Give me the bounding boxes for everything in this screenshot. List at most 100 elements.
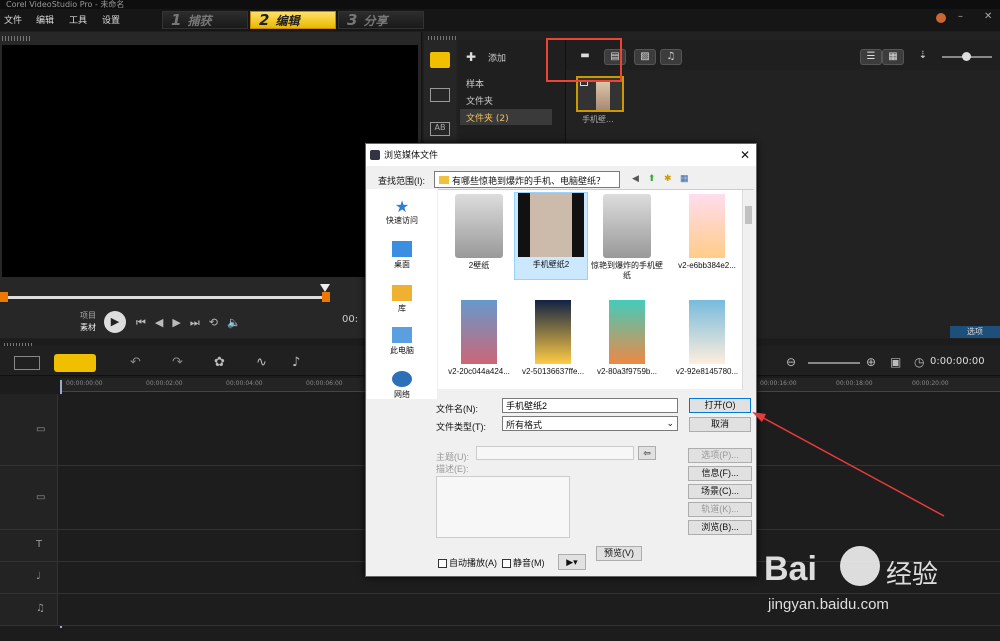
tree-item-folder-2[interactable]: 文件夹 (2): [460, 109, 552, 125]
thumbnail-view-icon[interactable]: ▦: [882, 49, 904, 65]
menu-settings[interactable]: 设置: [102, 13, 120, 26]
scrollbar-thumb[interactable]: [745, 206, 752, 224]
desktop-icon: [392, 241, 412, 257]
mute-checkbox[interactable]: 静音(M): [502, 556, 545, 569]
photo-filter-icon[interactable]: ▨: [634, 49, 656, 65]
scrub-bar[interactable]: [4, 296, 328, 299]
play-preview-button[interactable]: ▶▾: [558, 554, 586, 570]
storyboard-view-icon[interactable]: [14, 356, 40, 370]
cancel-button[interactable]: 取消: [689, 417, 751, 432]
open-button[interactable]: 打开(O): [689, 398, 751, 413]
menu-tools[interactable]: 工具: [69, 13, 87, 26]
place-network[interactable]: 网络: [367, 371, 437, 400]
filetype-label: 文件类型(T):: [436, 422, 486, 432]
tab-edit[interactable]: 2 编辑: [250, 11, 336, 29]
tab-share[interactable]: 3 分享: [338, 11, 424, 29]
options-tab[interactable]: 选项: [950, 326, 1000, 338]
minimize-icon[interactable]: –: [958, 11, 963, 22]
timeline-view-icon[interactable]: [54, 354, 96, 372]
home-icon[interactable]: ⏮: [136, 316, 155, 329]
watermark-url: jingyan.baidu.com: [768, 596, 889, 613]
undo-icon[interactable]: ↶: [130, 355, 141, 370]
add-folder-button[interactable]: 添加: [488, 51, 506, 64]
file-item[interactable]: v2-50136637ffe...: [516, 300, 590, 386]
redo-icon[interactable]: ↷: [172, 355, 183, 370]
next-frame-icon[interactable]: ▶: [172, 316, 189, 329]
title-category-icon[interactable]: AB: [430, 122, 450, 136]
tree-item-folder[interactable]: 文件夹: [466, 94, 493, 107]
tab-number: 1: [171, 11, 182, 29]
new-folder-icon[interactable]: ✱: [664, 173, 672, 184]
auto-music-icon[interactable]: ♪: [292, 355, 300, 370]
zoom-slider[interactable]: [808, 362, 860, 364]
place-quick-access[interactable]: ★ 快速访问: [367, 197, 437, 226]
repeat-icon[interactable]: ⟲: [209, 316, 227, 329]
scene-button[interactable]: 场景(C)...: [688, 484, 752, 499]
video-thumbnail: [518, 193, 584, 257]
lookin-dropdown[interactable]: 有哪些惊艳到爆炸的手机、电脑壁纸？: [434, 171, 620, 188]
list-view-icon[interactable]: ☰: [860, 49, 882, 65]
dialog-close-icon[interactable]: ✕: [740, 148, 750, 162]
tree-item-samples[interactable]: 样本: [466, 77, 484, 90]
sound-mixer-icon[interactable]: ∿: [256, 355, 267, 370]
place-this-pc[interactable]: 此电脑: [367, 327, 437, 356]
browse-button[interactable]: 浏览(B)...: [688, 520, 752, 535]
menu-edit[interactable]: 编辑: [36, 13, 54, 26]
file-item[interactable]: v2-20c044a424...: [442, 300, 516, 386]
scrubber-playhead[interactable]: [320, 284, 330, 292]
end-icon[interactable]: ⏭: [190, 316, 209, 329]
file-list-scrollbar[interactable]: [742, 190, 754, 390]
info-button[interactable]: 信息(F)...: [688, 466, 752, 481]
microphone-icon: ♩: [36, 571, 41, 582]
fit-project-icon[interactable]: ▣: [890, 355, 901, 369]
add-icon[interactable]: ✚: [466, 50, 476, 64]
transition-category-icon[interactable]: [430, 88, 450, 102]
back-icon[interactable]: ◀: [632, 173, 639, 184]
file-item[interactable]: 惊艳到爆炸的手机壁纸: [590, 194, 664, 280]
play-button[interactable]: ▶: [104, 311, 126, 333]
media-category-icon[interactable]: [430, 52, 450, 68]
autoplay-checkbox[interactable]: 自动播放(A): [438, 556, 497, 569]
voice-track-header: ♩: [0, 562, 58, 593]
trim-start-handle[interactable]: [0, 292, 8, 302]
file-item[interactable]: v2-80a3f9759b...: [590, 300, 664, 386]
baidu-watermark: Bai 经验 jingyan.baidu.com: [760, 540, 980, 630]
file-item-selected[interactable]: 手机壁纸2: [514, 192, 588, 280]
filetype-dropdown[interactable]: 所有格式 ⌄: [502, 416, 678, 431]
menu-file[interactable]: 文件: [4, 13, 22, 26]
sort-icon[interactable]: ⇣: [912, 49, 934, 65]
close-icon[interactable]: ✕: [984, 11, 992, 22]
volume-icon[interactable]: 🔈: [227, 316, 250, 329]
file-name: 手机壁纸2: [532, 260, 570, 269]
description-label: 描述(E):: [436, 464, 469, 474]
up-folder-icon[interactable]: ⬆: [648, 173, 656, 184]
record-capture-icon[interactable]: ✿: [214, 355, 225, 370]
slider-knob[interactable]: [962, 52, 971, 61]
mode-project-label[interactable]: 项目: [80, 310, 96, 321]
panel-grip[interactable]: [2, 36, 30, 41]
zoom-out-icon[interactable]: ⊖: [786, 355, 796, 369]
filename-input[interactable]: [502, 398, 678, 413]
tab-capture[interactable]: 1 捕获: [162, 11, 248, 29]
track-button: 轨道(K)...: [688, 502, 752, 517]
file-name: 2壁纸: [468, 261, 490, 270]
image-thumbnail: [535, 300, 571, 364]
file-item[interactable]: 2壁纸: [442, 194, 516, 280]
file-name: v2-92e8145780...: [675, 367, 739, 376]
place-library[interactable]: 库: [367, 285, 437, 314]
apply-subject-button[interactable]: ⇦: [638, 446, 656, 460]
transport-controls: ⏮◀▶⏭⟲🔈: [136, 316, 250, 330]
place-label: 库: [398, 304, 406, 313]
file-item[interactable]: v2-e6bb384e2...: [670, 194, 744, 280]
audio-filter-icon[interactable]: ♫: [660, 49, 682, 65]
place-desktop[interactable]: 桌面: [367, 241, 437, 270]
timeline-timecode[interactable]: 0:00:00:00: [930, 356, 985, 367]
file-item[interactable]: v2-92e8145780...: [670, 300, 744, 386]
timecode-display[interactable]: 00:: [342, 314, 358, 325]
zoom-in-icon[interactable]: ⊕: [866, 355, 876, 369]
mode-clip-label[interactable]: 素材: [80, 322, 96, 333]
trim-end-handle[interactable]: [322, 292, 330, 302]
view-menu-icon[interactable]: ▦: [680, 173, 689, 184]
preview-button[interactable]: 预览(V): [596, 546, 642, 561]
prev-frame-icon[interactable]: ◀: [155, 316, 172, 329]
